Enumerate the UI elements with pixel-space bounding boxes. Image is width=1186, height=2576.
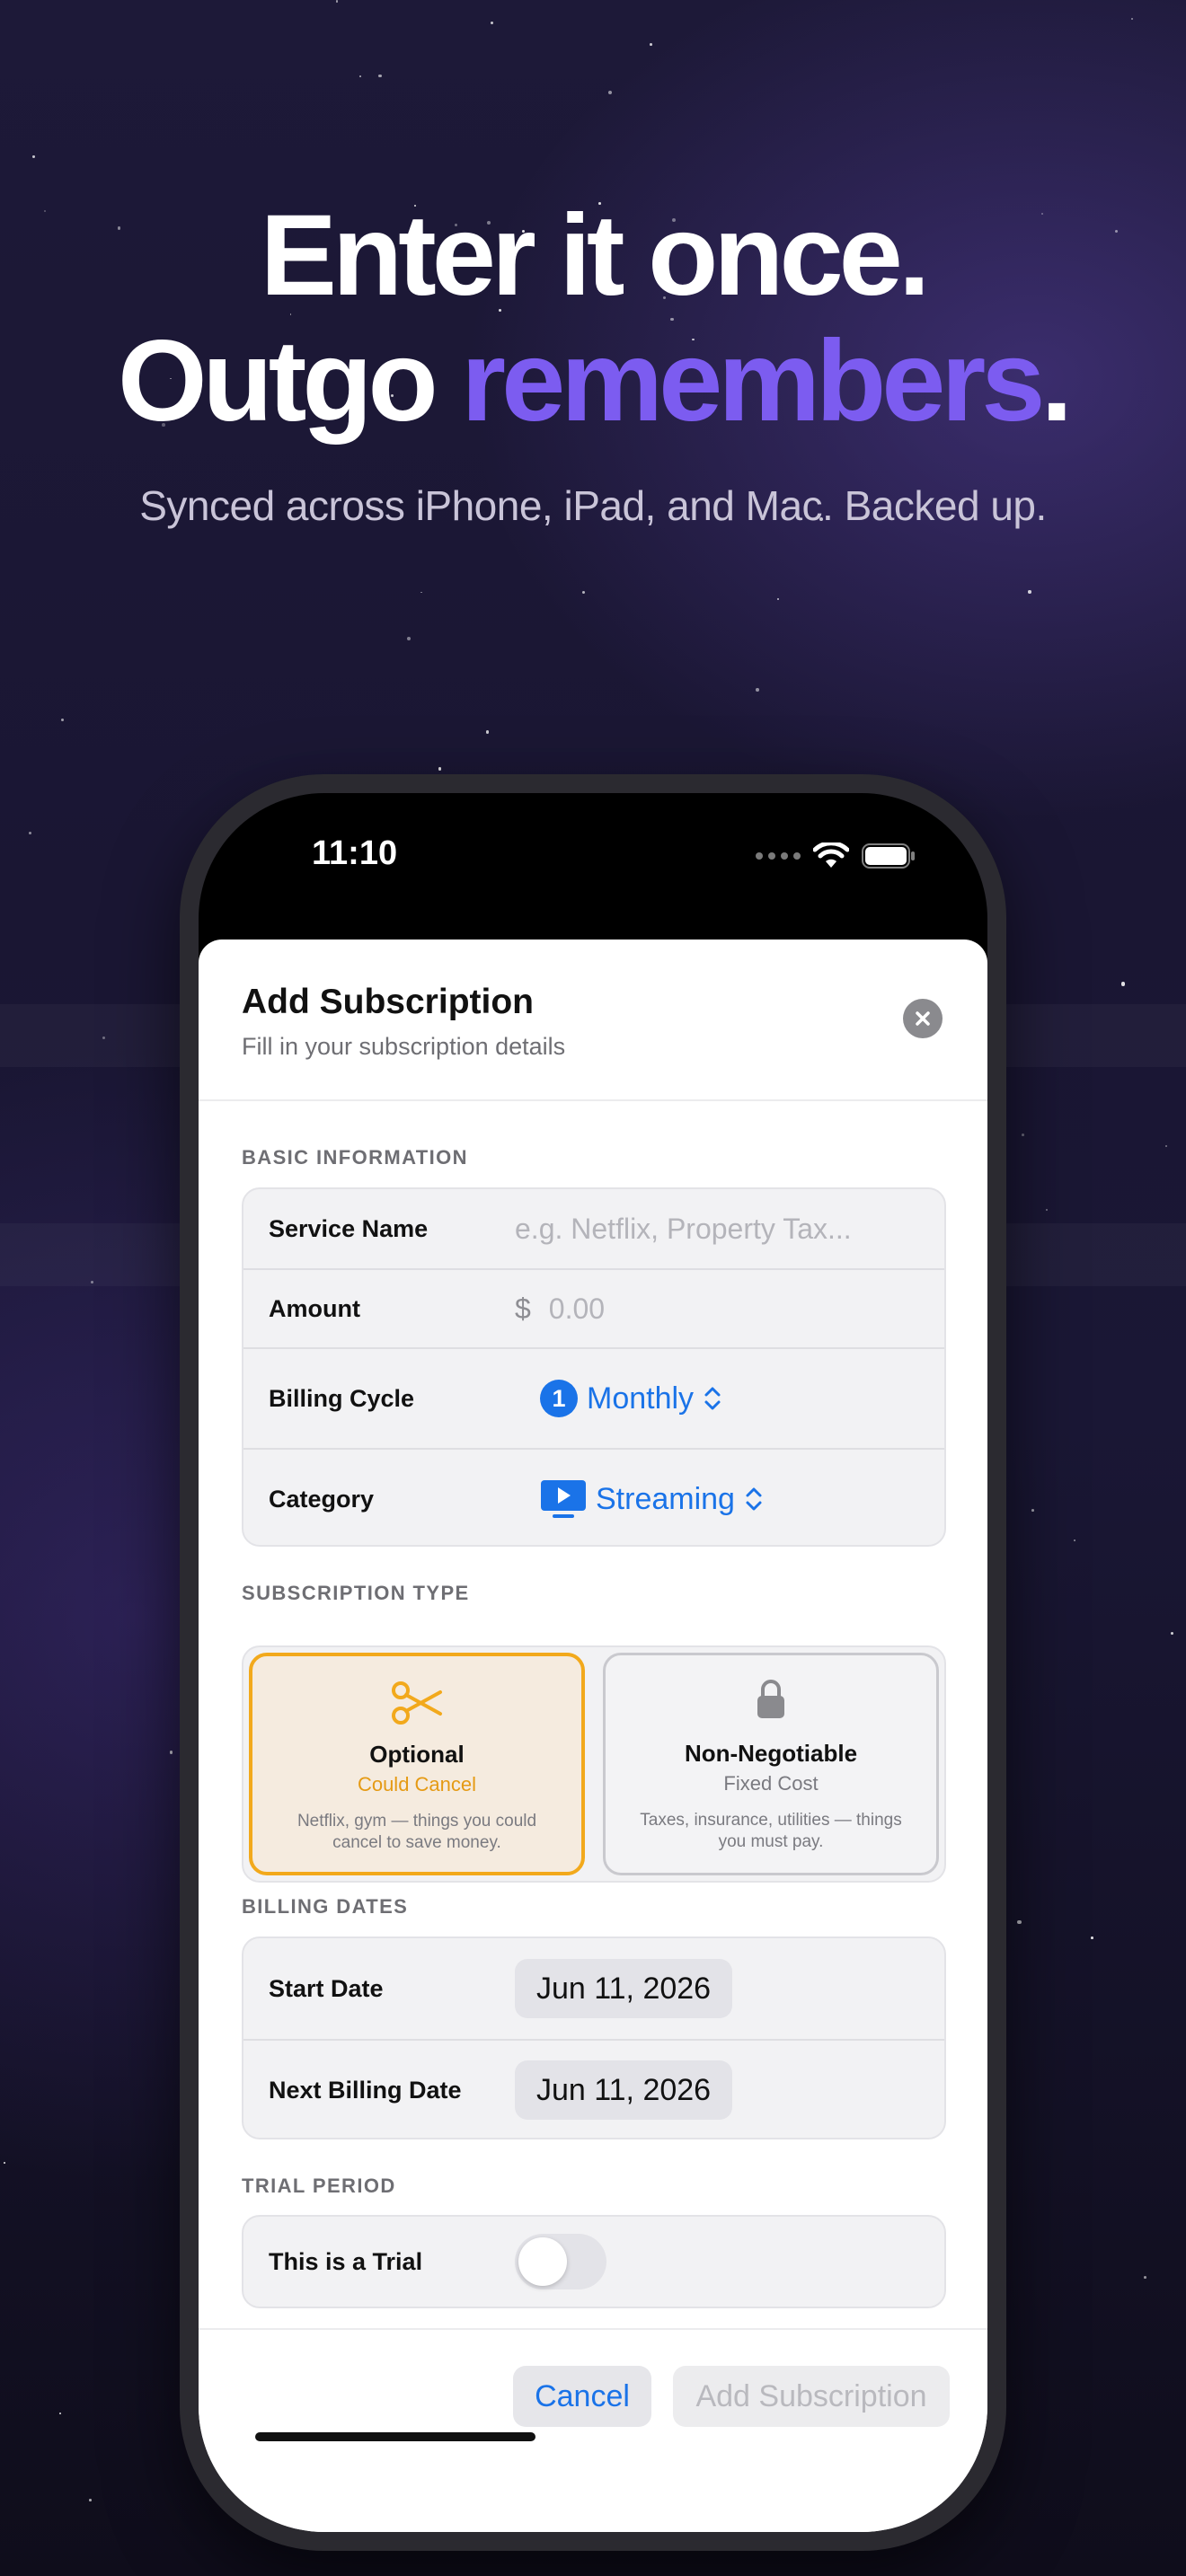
service-name-row[interactable]: Service Name e.g. Netflix, Property Tax.… [243, 1189, 944, 1268]
hero-line-2: Outgo remembers. [0, 319, 1186, 445]
billing-dates-group: Start Date Jun 11, 2026 Next Billing Dat… [242, 1936, 946, 2139]
type-option-title: Non-Negotiable [684, 1740, 858, 1767]
chevron-up-down-icon [746, 1487, 762, 1511]
trial-toggle[interactable] [515, 2234, 606, 2289]
type-option-title: Optional [369, 1741, 465, 1768]
amount-input[interactable]: 0.00 [549, 1292, 605, 1326]
star [1017, 1919, 1022, 1924]
billing-cycle-row: Billing Cycle 1 Monthly [243, 1347, 944, 1448]
hero-accent-word: remembers [461, 317, 1045, 446]
hero-subtitle: Synced across iPhone, iPad, and Mac. Bac… [139, 482, 1047, 529]
phone-frame: 11:10 Add Subscription Fill in your subs… [180, 774, 1006, 2551]
star [438, 767, 442, 771]
category-picker[interactable]: Streaming [540, 1479, 764, 1519]
amount-row[interactable]: Amount $ 0.00 [243, 1268, 944, 1347]
type-option-subtitle: Fixed Cost [723, 1772, 819, 1795]
sheet-header: Add Subscription Fill in your subscripti… [199, 940, 987, 1101]
star [1028, 590, 1031, 594]
section-label-trial-period: TRIAL PERIOD [242, 2175, 396, 2197]
section-label-subscription-type: SUBSCRIPTION TYPE [242, 1582, 470, 1604]
billing-cycle-label: Billing Cycle [269, 1384, 415, 1412]
next-billing-date-row: Next Billing Date Jun 11, 2026 [243, 2039, 944, 2138]
amount-field[interactable]: $ 0.00 [515, 1292, 605, 1326]
type-option-description: Taxes, insurance, utilities — things you… [640, 1811, 902, 1851]
type-option-description: Netflix, gym — things you could cancel t… [296, 1812, 537, 1852]
category-label: Category [269, 1485, 375, 1513]
phone-screen: 11:10 Add Subscription Fill in your subs… [199, 793, 987, 2532]
star [1120, 982, 1125, 986]
type-option-optional[interactable]: Optional Could Cancel Netflix, gym — thi… [249, 1653, 585, 1875]
trial-toggle-label: This is a Trial [269, 2247, 423, 2275]
status-icons [756, 838, 916, 874]
chevron-up-down-icon [704, 1387, 721, 1410]
add-subscription-button[interactable]: Add Subscription [673, 2366, 950, 2427]
amount-label: Amount [269, 1294, 360, 1322]
star [1143, 2275, 1146, 2279]
star [28, 831, 31, 834]
billing-cycle-number-icon: 1 [540, 1380, 578, 1417]
subscription-type-group: Optional Could Cancel Netflix, gym — thi… [242, 1645, 946, 1883]
section-label-billing-dates: BILLING DATES [242, 1895, 409, 1918]
star [650, 42, 652, 46]
next-billing-date-label: Next Billing Date [269, 2076, 462, 2104]
scissors-icon [392, 1681, 442, 1725]
star [58, 2412, 61, 2414]
hero-line-1: Enter it once. [260, 191, 931, 320]
star [1165, 1144, 1168, 1147]
billing-cycle-picker[interactable]: 1 Monthly [540, 1380, 722, 1417]
next-billing-date-picker[interactable]: Jun 11, 2026 [515, 2060, 733, 2120]
star [1021, 1133, 1024, 1136]
start-date-row: Start Date Jun 11, 2026 [243, 1938, 944, 2039]
billing-cycle-value: Monthly [587, 1381, 695, 1416]
home-indicator [255, 2432, 535, 2441]
category-value: Streaming [596, 1481, 735, 1516]
star [89, 2499, 93, 2501]
star [756, 688, 759, 692]
service-name-input[interactable]: e.g. Netflix, Property Tax... [515, 1213, 852, 1246]
wifi-icon [813, 842, 849, 868]
type-option-non-negotiable[interactable]: Non-Negotiable Fixed Cost Taxes, insuran… [603, 1653, 939, 1875]
cancel-button[interactable]: Cancel [513, 2366, 651, 2427]
star [1031, 1509, 1034, 1513]
add-subscription-sheet: Add Subscription Fill in your subscripti… [199, 940, 987, 2532]
battery-icon [862, 843, 915, 869]
trial-row: This is a Trial [243, 2217, 944, 2307]
start-date-label: Start Date [269, 1974, 384, 2002]
basic-info-group: Service Name e.g. Netflix, Property Tax.… [242, 1187, 946, 1547]
signal-dots-icon [756, 852, 801, 860]
star [102, 1036, 105, 1040]
sheet-footer: Cancel Add Subscription [199, 2328, 987, 2532]
status-time: 11:10 [312, 834, 398, 872]
close-icon [916, 1011, 930, 1026]
type-option-subtitle: Could Cancel [357, 1773, 477, 1795]
star [1073, 1539, 1075, 1542]
star [485, 730, 489, 734]
service-name-label: Service Name [269, 1214, 429, 1242]
hero-headline: Enter it once. Outgo remembers. [0, 193, 1186, 445]
currency-symbol: $ [515, 1292, 531, 1325]
status-bar: 11:10 [199, 793, 987, 937]
trial-group: This is a Trial [242, 2215, 946, 2308]
category-row: Category Streaming [243, 1448, 944, 1545]
star [1170, 1631, 1173, 1635]
star [1090, 1936, 1093, 1939]
star [335, 0, 339, 3]
star [3, 2161, 5, 2164]
start-date-picker[interactable]: Jun 11, 2026 [515, 1959, 733, 2018]
star [32, 155, 35, 158]
hero-line-2-suffix: . [1040, 317, 1072, 446]
hero-line-2-prefix: Outgo [117, 317, 462, 446]
lock-icon [757, 1680, 784, 1718]
sheet-title: Add Subscription [242, 983, 534, 1021]
section-label-basic-info: BASIC INFORMATION [242, 1146, 468, 1169]
star [490, 22, 493, 25]
sheet-subtitle: Fill in your subscription details [242, 1033, 566, 1060]
play-tv-icon [541, 1480, 586, 1518]
star [169, 1751, 173, 1754]
toggle-knob [518, 2237, 567, 2286]
close-button[interactable] [903, 999, 943, 1038]
